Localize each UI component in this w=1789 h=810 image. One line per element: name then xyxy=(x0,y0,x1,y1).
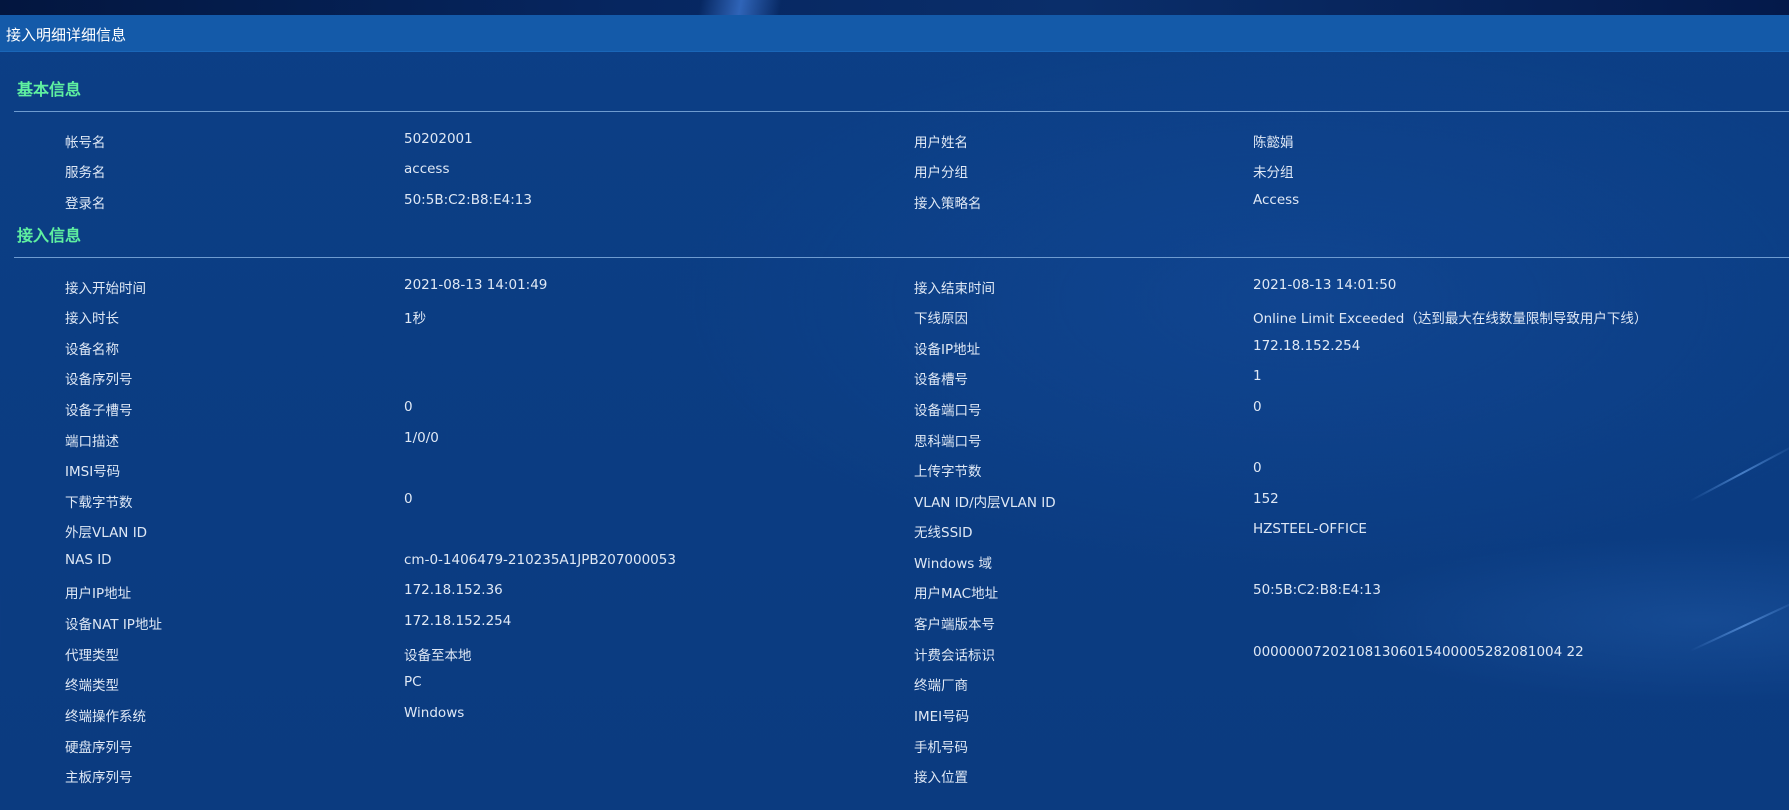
field-label: 设备槽号 xyxy=(914,372,968,388)
field-value: 0 xyxy=(404,399,413,415)
field-label: 外层VLAN ID xyxy=(65,525,148,541)
field-value: 设备至本地 xyxy=(404,648,472,664)
field-label: 接入结束时间 xyxy=(914,281,995,297)
field-value: 152 xyxy=(1253,491,1279,507)
field-label: 登录名 xyxy=(65,196,106,212)
info-row: 主板序列号 接入位置 xyxy=(0,766,1789,796)
field-value: 000000072021081306015400005282081004 22 xyxy=(1253,644,1584,660)
field-label: 设备端口号 xyxy=(914,403,982,419)
field-label: 终端类型 xyxy=(65,678,119,694)
field-label: 终端厂商 xyxy=(914,678,968,694)
field-label: 手机号码 xyxy=(914,740,968,756)
info-row: 设备NAT IP地址 172.18.152.254 客户端版本号 xyxy=(0,613,1789,643)
info-row: 登录名 50:5B:C2:B8:E4:13 接入策略名 Access xyxy=(0,192,1789,222)
field-value: PC xyxy=(404,674,422,690)
field-label: 设备NAT IP地址 xyxy=(65,617,162,633)
field-label: 计费会话标识 xyxy=(914,648,995,664)
field-label: 设备IP地址 xyxy=(914,342,981,358)
field-value: Windows xyxy=(404,705,465,721)
field-label: NAS ID xyxy=(65,552,112,568)
info-row: 设备序列号 设备槽号 1 xyxy=(0,368,1789,398)
field-label: 接入策略名 xyxy=(914,196,982,212)
info-row: NAS ID cm-0-1406479-210235A1JPB207000053… xyxy=(0,552,1789,582)
section-divider xyxy=(14,111,1789,112)
field-value: 1秒 xyxy=(404,311,427,327)
info-row: IMSI号码 上传字节数 0 xyxy=(0,460,1789,490)
field-label: 用户IP地址 xyxy=(65,586,132,602)
info-row: 终端操作系统 Windows IMEI号码 xyxy=(0,705,1789,735)
field-label: 端口描述 xyxy=(65,434,119,450)
field-value: cm-0-1406479-210235A1JPB207000053 xyxy=(404,552,676,568)
field-value: 未分组 xyxy=(1253,165,1294,181)
info-row: 设备名称 设备IP地址 172.18.152.254 xyxy=(0,338,1789,368)
field-label: IMSI号码 xyxy=(65,464,121,480)
field-value: 0 xyxy=(1253,460,1262,476)
banner-glint xyxy=(640,0,840,15)
field-value: 172.18.152.254 xyxy=(404,613,512,629)
field-label: VLAN ID/内层VLAN ID xyxy=(914,495,1056,511)
info-row: 代理类型 设备至本地 计费会话标识 0000000720210813060154… xyxy=(0,644,1789,674)
field-label: 帐号名 xyxy=(65,135,106,151)
top-banner-strip xyxy=(0,0,1789,15)
info-row: 设备子槽号 0 设备端口号 0 xyxy=(0,399,1789,429)
field-label: 设备子槽号 xyxy=(65,403,133,419)
field-label: 服务名 xyxy=(65,165,106,181)
info-row: 接入开始时间 2021-08-13 14:01:49 接入结束时间 2021-0… xyxy=(0,277,1789,307)
field-label: Windows 域 xyxy=(914,556,993,572)
field-label: 思科端口号 xyxy=(914,434,982,450)
field-value: 172.18.152.36 xyxy=(404,582,503,598)
field-label: 客户端版本号 xyxy=(914,617,995,633)
field-label: 接入时长 xyxy=(65,311,119,327)
field-label: 终端操作系统 xyxy=(65,709,146,725)
field-label: IMEI号码 xyxy=(914,709,970,725)
field-label: 主板序列号 xyxy=(65,770,133,786)
info-row: 外层VLAN ID 无线SSID HZSTEEL-OFFICE xyxy=(0,521,1789,551)
window-title: 接入明细详细信息 xyxy=(6,26,127,44)
field-label: 设备序列号 xyxy=(65,372,133,388)
info-row: 用户IP地址 172.18.152.36 用户MAC地址 50:5B:C2:B8… xyxy=(0,582,1789,612)
field-label: 接入开始时间 xyxy=(65,281,146,297)
field-label: 代理类型 xyxy=(65,648,119,664)
field-value: 50:5B:C2:B8:E4:13 xyxy=(404,192,532,208)
field-label: 上传字节数 xyxy=(914,464,982,480)
field-value: 50202001 xyxy=(404,131,473,147)
section-title-basic-info: 基本信息 xyxy=(17,80,82,99)
info-row: 端口描述 1/0/0 思科端口号 xyxy=(0,430,1789,460)
info-row: 硬盘序列号 手机号码 xyxy=(0,736,1789,766)
field-value: 1 xyxy=(1253,368,1262,384)
field-value: 2021-08-13 14:01:49 xyxy=(404,277,548,293)
info-row: 下载字节数 0 VLAN ID/内层VLAN ID 152 xyxy=(0,491,1789,521)
field-label: 接入位置 xyxy=(914,770,968,786)
field-label: 用户MAC地址 xyxy=(914,586,999,602)
field-value: 50:5B:C2:B8:E4:13 xyxy=(1253,582,1381,598)
info-row: 帐号名 50202001 用户姓名 陈懿娟 xyxy=(0,131,1789,161)
section-divider xyxy=(14,257,1789,258)
info-row: 服务名 access 用户分组 未分组 xyxy=(0,161,1789,191)
info-row: 终端类型 PC 终端厂商 xyxy=(0,674,1789,704)
field-label: 设备名称 xyxy=(65,342,119,358)
field-value: 1/0/0 xyxy=(404,430,439,446)
field-value: HZSTEEL-OFFICE xyxy=(1253,521,1367,537)
field-label: 用户分组 xyxy=(914,165,968,181)
field-label: 用户姓名 xyxy=(914,135,968,151)
field-value: access xyxy=(404,161,450,177)
field-label: 硬盘序列号 xyxy=(65,740,133,756)
field-value: 陈懿娟 xyxy=(1253,135,1294,151)
field-value: Access xyxy=(1253,192,1300,208)
field-label: 下线原因 xyxy=(914,311,968,327)
field-value: 2021-08-13 14:01:50 xyxy=(1253,277,1397,293)
field-value: 0 xyxy=(404,491,413,507)
field-label: 下载字节数 xyxy=(65,495,133,511)
field-value: Online Limit Exceeded（达到最大在线数量限制导致用户下线） xyxy=(1253,311,1648,327)
field-value: 0 xyxy=(1253,399,1262,415)
info-row: 接入时长 1秒 下线原因 Online Limit Exceeded（达到最大在… xyxy=(0,307,1789,337)
window-title-bar: 接入明细详细信息 xyxy=(0,15,1789,52)
field-value: 172.18.152.254 xyxy=(1253,338,1361,354)
section-title-access-info: 接入信息 xyxy=(17,226,82,245)
field-label: 无线SSID xyxy=(914,525,973,541)
